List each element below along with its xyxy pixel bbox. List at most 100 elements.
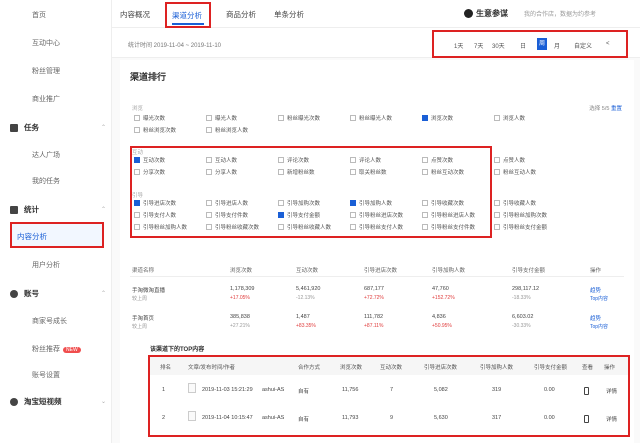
checkbox-icon[interactable] [422, 169, 428, 175]
tab-channel-analysis[interactable]: 渠道分析 [165, 2, 211, 28]
metric-checkbox[interactable]: 分享次数 [134, 168, 165, 176]
metric-checkbox[interactable]: 引导进店次数 [134, 199, 176, 207]
checkbox-icon[interactable] [494, 157, 500, 163]
metric-checkbox[interactable]: 引导支付人数 [134, 211, 176, 219]
sidebar-item-interaction[interactable]: 互动中心 [32, 38, 60, 48]
metric-checkbox[interactable]: 浏览次数 [422, 114, 453, 122]
range-7day[interactable]: 7天 [474, 41, 483, 50]
checkbox-icon[interactable] [494, 115, 500, 121]
checkbox-icon[interactable] [206, 115, 212, 121]
sidebar-item-promotion[interactable]: 商业推广 [32, 94, 60, 104]
checkbox-icon[interactable] [206, 157, 212, 163]
checkbox-icon[interactable] [350, 224, 356, 230]
sidebar-item-home[interactable]: 首页 [32, 10, 46, 20]
metric-checkbox[interactable]: 评论次数 [278, 156, 309, 164]
metric-checkbox[interactable]: 引导粉丝支付件数 [422, 223, 475, 231]
top-content-link[interactable]: Top内容 [590, 295, 608, 302]
metric-checkbox[interactable]: 互动次数 [134, 156, 165, 164]
checkbox-icon[interactable] [494, 224, 500, 230]
checkbox-icon[interactable] [206, 224, 212, 230]
sidebar-section-account[interactable]: 账号 ⌃ [10, 288, 106, 299]
checkbox-icon[interactable] [134, 127, 140, 133]
range-prev-button[interactable]: < [606, 41, 610, 47]
checkbox-icon[interactable] [422, 224, 428, 230]
metric-checkbox[interactable]: 引导加购次数 [278, 199, 320, 207]
trend-link[interactable]: 趋势 [590, 314, 601, 322]
metric-checkbox[interactable]: 曝光次数 [134, 114, 165, 122]
range-30day[interactable]: 30天 [492, 41, 505, 50]
sidebar-section-stats[interactable]: 统计 ⌃ [10, 204, 106, 215]
sidebar-item-account-settings[interactable]: 账号设置 [32, 370, 60, 380]
checkbox-icon[interactable] [422, 212, 428, 218]
checkbox-icon[interactable] [350, 115, 356, 121]
details-link[interactable]: 详情 [606, 387, 617, 395]
sidebar-item-fan-recommend[interactable]: 粉丝推荐 NEW [32, 344, 81, 354]
range-1day[interactable]: 1天 [454, 41, 463, 50]
phone-preview-icon[interactable] [584, 415, 589, 423]
checkbox-icon[interactable] [422, 157, 428, 163]
metric-checkbox[interactable]: 粉丝互动人数 [494, 168, 536, 176]
range-day[interactable]: 日 [520, 41, 526, 50]
metric-checkbox[interactable]: 引导加购人数 [350, 199, 392, 207]
metric-checkbox[interactable]: 粉丝浏览人数 [206, 126, 248, 134]
checkbox-icon[interactable] [206, 127, 212, 133]
metric-checkbox[interactable]: 分享人数 [206, 168, 237, 176]
metric-checkbox[interactable]: 新增粉丝数 [278, 168, 315, 176]
checkbox-icon[interactable] [350, 157, 356, 163]
metric-checkbox[interactable]: 引导粉丝进店次数 [350, 211, 403, 219]
metric-checkbox[interactable]: 引导粉丝加购次数 [494, 211, 547, 219]
sidebar-item-growth[interactable]: 商家号成长 [32, 316, 67, 326]
metric-checkbox[interactable]: 引导粉丝加购人数 [134, 223, 187, 231]
tab-product-analysis[interactable]: 商品分析 [226, 9, 256, 20]
checkbox-icon[interactable] [206, 200, 212, 206]
metric-checkbox[interactable]: 互动人数 [206, 156, 237, 164]
metric-checkbox[interactable]: 取关粉丝数 [350, 168, 387, 176]
sidebar-section-tasks[interactable]: 任务 ⌃ [10, 122, 106, 133]
trend-link[interactable]: 趋势 [590, 286, 601, 294]
metric-checkbox[interactable]: 引导支付件数 [206, 211, 248, 219]
tab-overview[interactable]: 内容概况 [120, 9, 150, 20]
sidebar-item-talent[interactable]: 达人广场 [32, 150, 60, 160]
checkbox-icon[interactable] [494, 200, 500, 206]
range-month[interactable]: 月 [554, 41, 560, 50]
checkbox-icon[interactable] [494, 212, 500, 218]
metric-checkbox[interactable]: 引导收藏人数 [494, 199, 536, 207]
metric-checkbox[interactable]: 点赞次数 [422, 156, 453, 164]
checkbox-icon[interactable] [350, 169, 356, 175]
metric-checkbox[interactable]: 点赞人数 [494, 156, 525, 164]
checkbox-icon[interactable] [206, 212, 212, 218]
checkbox-icon[interactable] [350, 200, 356, 206]
checkbox-icon[interactable] [278, 115, 284, 121]
reset-link[interactable]: 重置 [611, 106, 622, 112]
checkbox-icon[interactable] [134, 212, 140, 218]
article-thumbnail[interactable] [188, 383, 196, 393]
metric-checkbox[interactable]: 引导进店人数 [206, 199, 248, 207]
checkbox-icon[interactable] [278, 212, 284, 218]
metric-checkbox[interactable]: 粉丝浏览次数 [134, 126, 176, 134]
range-custom[interactable]: 自定义 [574, 41, 592, 50]
metric-checkbox[interactable]: 曝光人数 [206, 114, 237, 122]
checkbox-icon[interactable] [134, 224, 140, 230]
sidebar-item-mytasks[interactable]: 我的任务 [32, 176, 60, 186]
checkbox-icon[interactable] [206, 169, 212, 175]
checkbox-icon[interactable] [350, 212, 356, 218]
sidebar-item-user-analysis[interactable]: 用户分析 [32, 260, 60, 270]
range-week[interactable]: 周 [537, 38, 547, 50]
checkbox-icon[interactable] [422, 115, 428, 121]
tab-single-analysis[interactable]: 单条分析 [274, 9, 304, 20]
metric-checkbox[interactable]: 粉丝互动次数 [422, 168, 464, 176]
checkbox-icon[interactable] [494, 169, 500, 175]
metric-checkbox[interactable]: 引导粉丝收藏次数 [206, 223, 259, 231]
top-content-link[interactable]: Top内容 [590, 323, 608, 330]
details-link[interactable]: 详情 [606, 415, 617, 423]
metric-checkbox[interactable]: 引导收藏次数 [422, 199, 464, 207]
metric-checkbox[interactable]: 粉丝曝光人数 [350, 114, 392, 122]
metric-checkbox[interactable]: 引导粉丝进店人数 [422, 211, 475, 219]
article-thumbnail[interactable] [188, 411, 196, 421]
sidebar-item-content-analysis[interactable]: 内容分析 [10, 222, 104, 248]
metric-checkbox[interactable]: 浏览人数 [494, 114, 525, 122]
metric-checkbox[interactable]: 引导粉丝收藏人数 [278, 223, 331, 231]
sidebar-section-shortvideo[interactable]: 淘宝短视频 ⌄ [10, 396, 106, 407]
checkbox-icon[interactable] [278, 200, 284, 206]
metric-checkbox[interactable]: 引导支付金额 [278, 211, 320, 219]
